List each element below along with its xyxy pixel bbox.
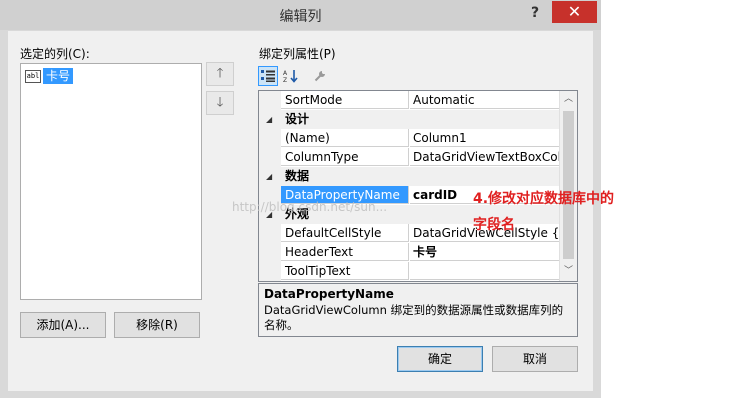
categorized-button[interactable] [258, 66, 278, 86]
annotation-line-1: 4.修改对应数据库中的 [473, 191, 615, 207]
categorized-icon [261, 70, 275, 82]
vertical-scrollbar[interactable]: ︿ ﹀ [559, 91, 577, 281]
watermark: http://blog.csdn.net/sun... [232, 200, 388, 214]
row-margin [259, 262, 281, 281]
scrollbar-thumb[interactable] [563, 111, 574, 259]
list-item[interactable]: abl 卡号 [25, 67, 74, 85]
arrow-down-icon: 🡓 [216, 95, 224, 110]
move-down-button[interactable]: 🡓 [206, 91, 234, 115]
collapse-triangle-icon[interactable]: ◢ [266, 110, 272, 129]
row-margin [259, 148, 281, 167]
category-row[interactable]: ◢ 设计 [259, 110, 559, 129]
category-row[interactable]: ◢ 数据 [259, 167, 559, 186]
ok-button[interactable]: 确定 [397, 346, 483, 372]
description-title: DataPropertyName [264, 287, 394, 301]
property-row[interactable]: SortMode Automatic [259, 91, 559, 110]
help-button[interactable]: ? [526, 4, 544, 22]
property-row[interactable]: (Name) Column1 [259, 129, 559, 148]
property-grid[interactable]: SortMode Automatic ◢ 设计 (Name) Column1 C… [258, 90, 578, 282]
category-name: 设计 [285, 112, 310, 126]
svg-text:A: A [283, 70, 288, 77]
description-panel: DataPropertyName DataGridViewColumn 绑定到的… [258, 283, 578, 337]
arrow-up-icon: 🡑 [216, 66, 224, 81]
property-value[interactable]: Automatic [410, 91, 559, 109]
row-margin [259, 224, 281, 243]
scroll-down-icon[interactable]: ﹀ [560, 263, 577, 280]
property-name: HeaderText [281, 243, 409, 261]
collapse-triangle-icon[interactable]: ◢ [266, 167, 272, 186]
close-button[interactable]: ✕ [552, 1, 597, 23]
property-name: DefaultCellStyle [281, 224, 409, 242]
textbox-column-icon: abl [25, 69, 41, 83]
alphabetical-button[interactable]: A Z [281, 66, 301, 86]
list-item-label: 卡号 [43, 68, 74, 84]
selected-columns-list[interactable]: abl 卡号 [20, 63, 202, 300]
selected-columns-label: 选定的列(C): [20, 47, 90, 61]
category-name: 数据 [285, 169, 310, 183]
property-row[interactable]: ColumnType DataGridViewTextBoxColu [259, 148, 559, 167]
row-margin [259, 243, 281, 262]
svg-text:Z: Z [283, 77, 287, 83]
property-value[interactable]: 卡号 [410, 243, 559, 261]
property-value[interactable]: DataGridViewTextBoxColu [410, 148, 559, 166]
row-margin [259, 91, 281, 110]
property-name: SortMode [281, 91, 409, 109]
property-pages-button[interactable] [310, 66, 330, 86]
property-row[interactable]: HeaderText 卡号 [259, 243, 559, 262]
wrench-icon [314, 71, 325, 82]
dialog-title: 编辑列 [279, 9, 322, 25]
annotation-line-2: 字段名 [473, 217, 515, 233]
property-value[interactable]: Column1 [410, 129, 559, 147]
cancel-button[interactable]: 取消 [492, 346, 578, 372]
title-bar: 编辑列 ? ✕ [0, 0, 601, 30]
property-name: ToolTipText [281, 262, 409, 280]
row-margin [259, 129, 281, 148]
scroll-up-icon[interactable]: ︿ [560, 91, 577, 108]
property-toolbar: A Z [258, 66, 333, 86]
properties-label: 绑定列属性(P) [259, 47, 336, 61]
description-text: DataGridViewColumn 绑定到的数据源属性或数据库列的名称。 [264, 303, 564, 332]
move-up-button[interactable]: 🡑 [206, 62, 234, 86]
property-value[interactable] [410, 262, 559, 280]
property-name: (Name) [281, 129, 409, 147]
property-name: ColumnType [281, 148, 409, 166]
sort-alpha-icon: A Z [283, 70, 298, 83]
remove-button[interactable]: 移除(R) [114, 312, 200, 338]
add-button[interactable]: 添加(A)... [20, 312, 106, 338]
property-row[interactable]: ToolTipText [259, 262, 559, 281]
